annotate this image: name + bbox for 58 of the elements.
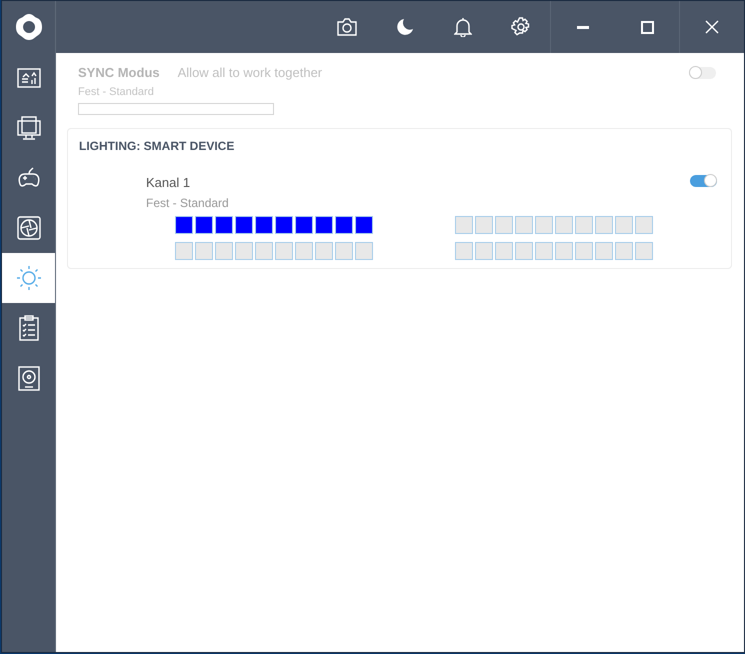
settings-icon: [511, 17, 531, 37]
led-cell[interactable]: [535, 216, 553, 234]
led-cell[interactable]: [595, 216, 613, 234]
led-cell[interactable]: [615, 242, 633, 260]
led-cell[interactable]: [335, 242, 353, 260]
fan-icon: [14, 214, 42, 242]
led-cell[interactable]: [555, 216, 573, 234]
led-cell[interactable]: [615, 216, 633, 234]
led-cell[interactable]: [315, 216, 333, 234]
led-cell[interactable]: [575, 242, 593, 260]
led-cell[interactable]: [635, 216, 653, 234]
led-cell[interactable]: [355, 242, 373, 260]
led-cell[interactable]: [195, 216, 213, 234]
led-cell[interactable]: [175, 242, 193, 260]
led-cell[interactable]: [315, 242, 333, 260]
led-cell[interactable]: [275, 216, 293, 234]
led-cell[interactable]: [595, 242, 613, 260]
led-cell[interactable]: [475, 242, 493, 260]
close-icon: [705, 20, 719, 34]
led-cell[interactable]: [295, 242, 313, 260]
led-cell[interactable]: [215, 242, 233, 260]
led-cell[interactable]: [335, 216, 353, 234]
minimize-icon: [577, 26, 589, 28]
bell-icon: [454, 17, 472, 37]
card-title: LIGHTING: SMART DEVICE: [79, 139, 236, 153]
led-cell[interactable]: [235, 216, 253, 234]
led-cell[interactable]: [455, 242, 473, 260]
led-cell[interactable]: [475, 216, 493, 234]
sync-title: SYNC Modus: [78, 65, 160, 80]
led-cell[interactable]: [495, 216, 513, 234]
led-cell[interactable]: [515, 216, 533, 234]
monitor-icon: [14, 114, 42, 142]
sync-mode: Fest - Standard: [78, 86, 155, 98]
led-cell[interactable]: [535, 242, 553, 260]
led-cell[interactable]: [255, 216, 273, 234]
led-cell[interactable]: [175, 216, 193, 234]
led-cell[interactable]: [515, 242, 533, 260]
led-cell[interactable]: [215, 216, 233, 234]
led-cell[interactable]: [275, 242, 293, 260]
led-cell[interactable]: [495, 242, 513, 260]
led-cell[interactable]: [575, 216, 593, 234]
maximize-icon: [640, 20, 654, 34]
channel-mode: Fest - Standard: [146, 196, 229, 210]
led-cell[interactable]: [635, 242, 653, 260]
lighting-icon: [14, 264, 42, 292]
camera-icon: [336, 18, 358, 36]
led-cell[interactable]: [555, 242, 573, 260]
moon-icon: [396, 18, 414, 36]
led-cell[interactable]: [235, 242, 253, 260]
led-cell[interactable]: [295, 216, 313, 234]
led-cell[interactable]: [195, 242, 213, 260]
channel-name: Kanal 1: [146, 175, 192, 190]
led-cell[interactable]: [355, 216, 373, 234]
led-cell[interactable]: [455, 216, 473, 234]
toggle-switch[interactable]: [690, 175, 717, 187]
led-cell[interactable]: [255, 242, 273, 260]
logo-icon: [14, 13, 42, 41]
sync-description: Allow all to work together: [178, 65, 324, 80]
